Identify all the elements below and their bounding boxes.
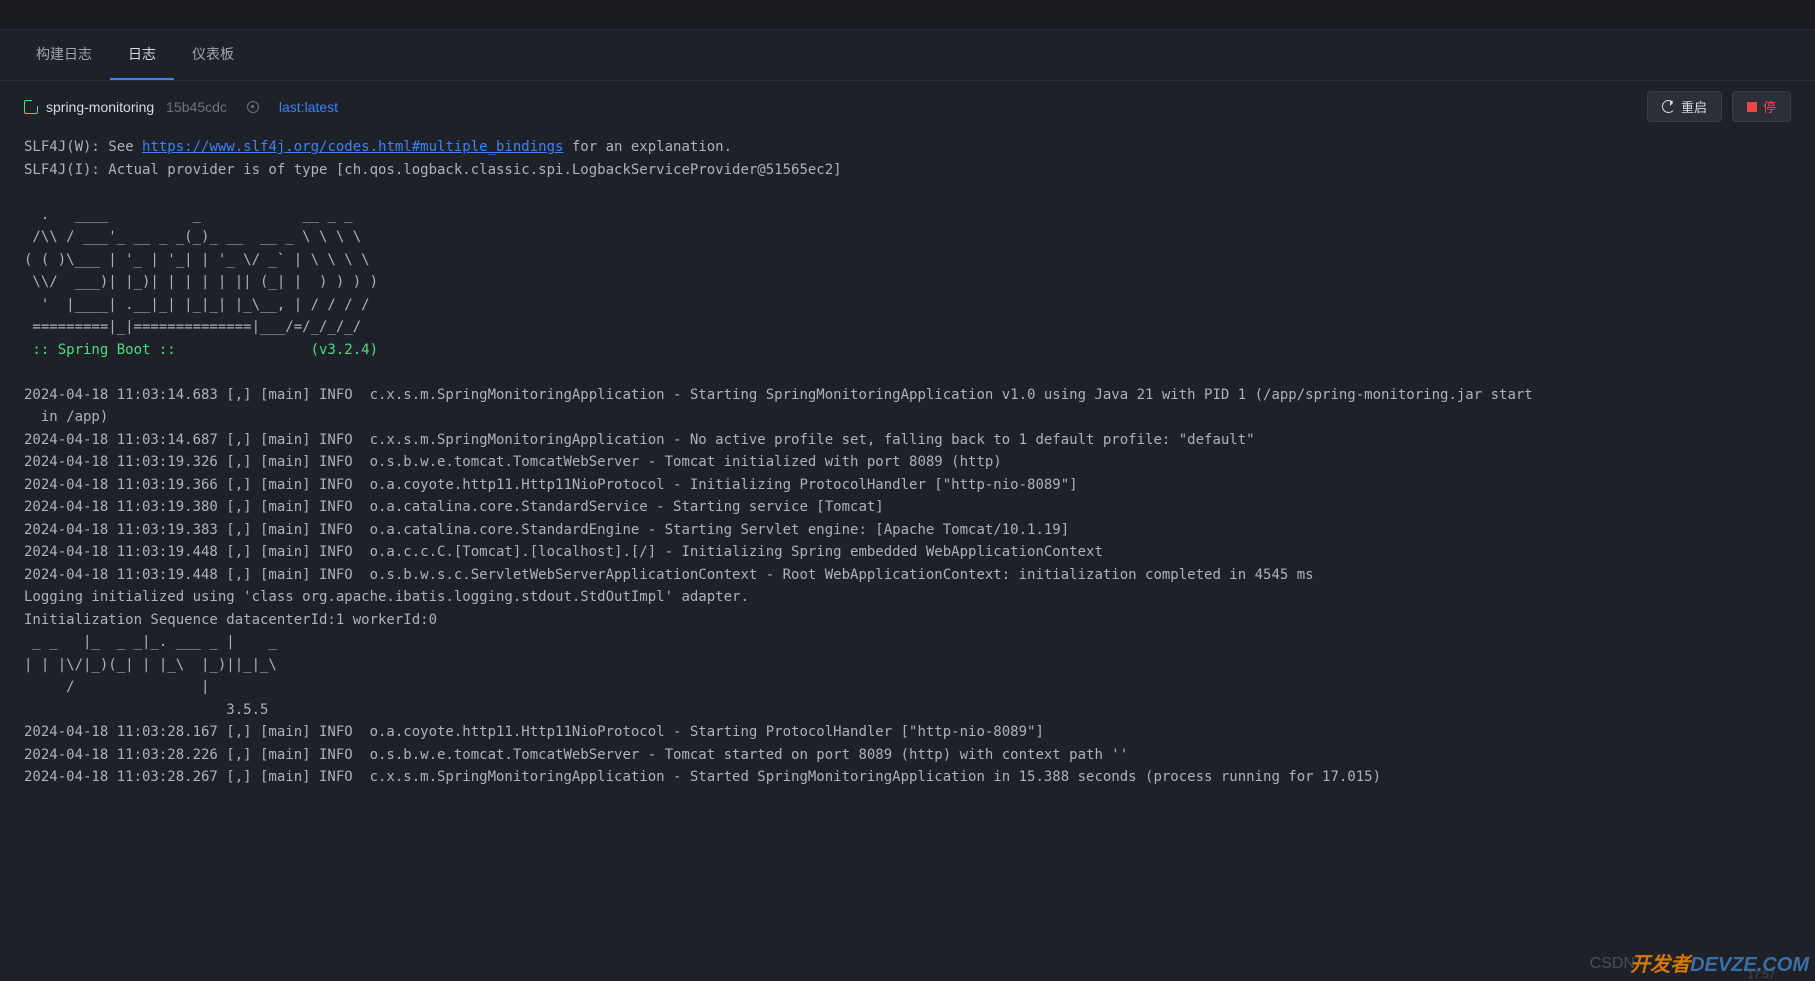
log-line: 2024-04-18 11:03:14.687 [,] [main] INFO … — [24, 432, 1255, 448]
log-line: 2024-04-18 11:03:19.326 [,] [main] INFO … — [24, 454, 1002, 470]
banner-line: /\\ / ___'_ __ _ _(_)_ __ __ _ \ \ \ \ — [24, 229, 361, 245]
project-name: spring-monitoring — [46, 99, 154, 115]
spring-boot-version: :: Spring Boot :: (v3.2.4) — [24, 342, 378, 358]
banner-line: | | |\/|_)(_| | |_\ |_)||_|_\ — [24, 657, 285, 673]
log-line: 2024-04-18 11:03:28.167 [,] [main] INFO … — [24, 724, 1044, 740]
banner-line: 3.5.5 — [24, 702, 277, 718]
commit-hash: 15b45cdc — [166, 99, 227, 115]
slf4j-link[interactable]: https://www.slf4j.org/codes.html#multipl… — [142, 139, 563, 155]
banner-line: \\/ ___)| |_)| | | | | || (_| | ) ) ) ) — [24, 274, 378, 290]
banner-line: / | — [24, 679, 285, 695]
tab-dashboard[interactable]: 仪表板 — [174, 30, 252, 80]
stop-label: 停 — [1763, 97, 1776, 116]
banner-line: . ____ _ __ _ _ — [24, 207, 353, 223]
log-line: 2024-04-18 11:03:19.448 [,] [main] INFO … — [24, 567, 1314, 583]
devze-watermark: 开发者DEVZE.COM — [1630, 948, 1809, 977]
restart-label: 重启 — [1681, 97, 1707, 116]
tab-bar: 构建日志 日志 仪表板 — [0, 30, 1815, 81]
log-line: 2024-04-18 11:03:28.226 [,] [main] INFO … — [24, 747, 1128, 763]
window-titlebar — [0, 0, 1815, 30]
log-line: Initialization Sequence datacenterId:1 w… — [24, 612, 437, 628]
log-line: SLF4J(W): See — [24, 139, 142, 155]
stop-button[interactable]: 停 — [1732, 91, 1791, 122]
target-link[interactable]: last:latest — [279, 99, 338, 115]
log-line: Logging initialized using 'class org.apa… — [24, 589, 749, 605]
project-status-icon — [24, 100, 38, 114]
banner-line: _ _ |_ _ _|_. ___ _ | _ — [24, 634, 285, 650]
tab-log[interactable]: 日志 — [110, 30, 174, 80]
target-icon — [247, 101, 259, 113]
log-line: 2024-04-18 11:03:14.683 [,] [main] INFO … — [24, 387, 1533, 403]
log-line: 2024-04-18 11:03:19.383 [,] [main] INFO … — [24, 522, 1069, 538]
reload-icon — [1662, 100, 1675, 113]
stop-icon — [1747, 102, 1757, 112]
action-buttons: 重启 停 — [1647, 91, 1791, 122]
log-line: 2024-04-18 11:03:28.267 [,] [main] INFO … — [24, 769, 1381, 785]
restart-button[interactable]: 重启 — [1647, 91, 1722, 122]
log-line: 2024-04-18 11:03:19.366 [,] [main] INFO … — [24, 477, 1078, 493]
log-line: 2024-04-18 11:03:19.380 [,] [main] INFO … — [24, 499, 884, 515]
project-info: spring-monitoring 15b45cdc last:latest — [24, 99, 338, 115]
sub-toolbar: spring-monitoring 15b45cdc last:latest 重… — [0, 81, 1815, 132]
log-line: in /app) — [24, 409, 108, 425]
log-line: for an explanation. — [563, 139, 732, 155]
csdn-watermark: CSDN — [1590, 955, 1635, 973]
log-line: SLF4J(I): Actual provider is of type [ch… — [24, 162, 842, 178]
banner-line: =========|_|==============|___/=/_/_/_/ — [24, 319, 361, 335]
time-watermark: 17:57 — [1747, 969, 1775, 981]
log-output[interactable]: SLF4J(W): See https://www.slf4j.org/code… — [0, 132, 1815, 793]
log-line: 2024-04-18 11:03:19.448 [,] [main] INFO … — [24, 544, 1103, 560]
banner-line: ( ( )\___ | '_ | '_| | '_ \/ _` | \ \ \ … — [24, 252, 370, 268]
banner-line: ' |____| .__|_| |_|_| |_\__, | / / / / — [24, 297, 370, 313]
tab-build-log[interactable]: 构建日志 — [18, 30, 110, 80]
